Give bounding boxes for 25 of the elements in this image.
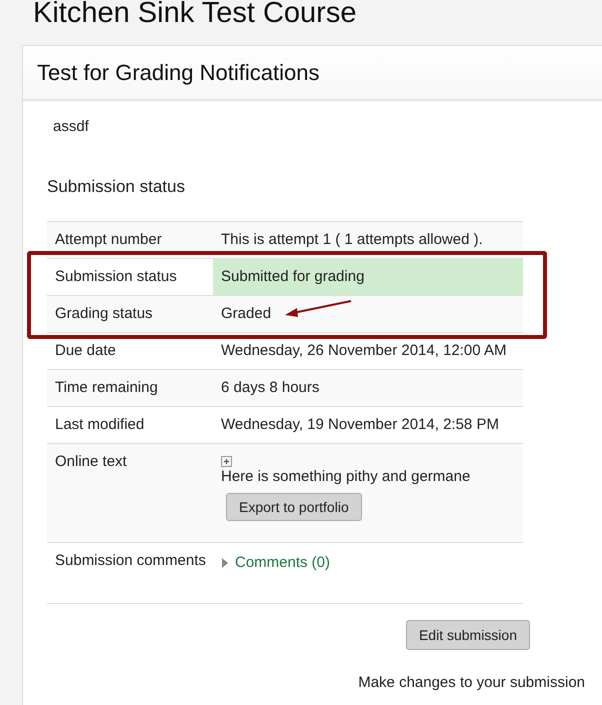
assignment-description: assdf: [53, 118, 90, 135]
row-label: Online text: [54, 452, 128, 472]
row-label: Submission status: [54, 267, 178, 287]
section-heading: Submission status: [47, 177, 186, 197]
course-title: Kitchen Sink Test Course: [32, 0, 358, 31]
row-label: Time remaining: [54, 378, 159, 398]
row-value: Wednesday, 26 November 2014, 12:00 AM: [221, 342, 506, 359]
assignment-title: Test for Grading Notifications: [37, 60, 320, 86]
row-value: Graded: [221, 305, 272, 322]
row-value: Submitted for grading: [221, 268, 364, 285]
row-label: Attempt number: [54, 230, 163, 250]
row-value: Here is something pithy and germane: [221, 467, 470, 487]
row-label: Grading status: [54, 304, 154, 324]
expand-triangle-icon[interactable]: [221, 557, 229, 569]
edit-hint: Make changes to your submission: [358, 674, 585, 691]
row-value: Wednesday, 19 November 2014, 2:58 PM: [221, 416, 499, 433]
expand-icon[interactable]: [221, 456, 232, 467]
row-value: This is attempt 1 ( 1 attempts allowed ).: [221, 231, 483, 248]
edit-submission-button[interactable]: Edit submission: [406, 620, 530, 650]
row-value: 6 days 8 hours: [221, 379, 320, 396]
export-button[interactable]: Export to portfolio: [226, 493, 362, 521]
row-label: Submission comments: [54, 551, 207, 571]
row-label: Last modified: [54, 415, 146, 435]
comments-link[interactable]: Comments (0): [235, 553, 330, 573]
row-label: Due date: [54, 341, 117, 361]
